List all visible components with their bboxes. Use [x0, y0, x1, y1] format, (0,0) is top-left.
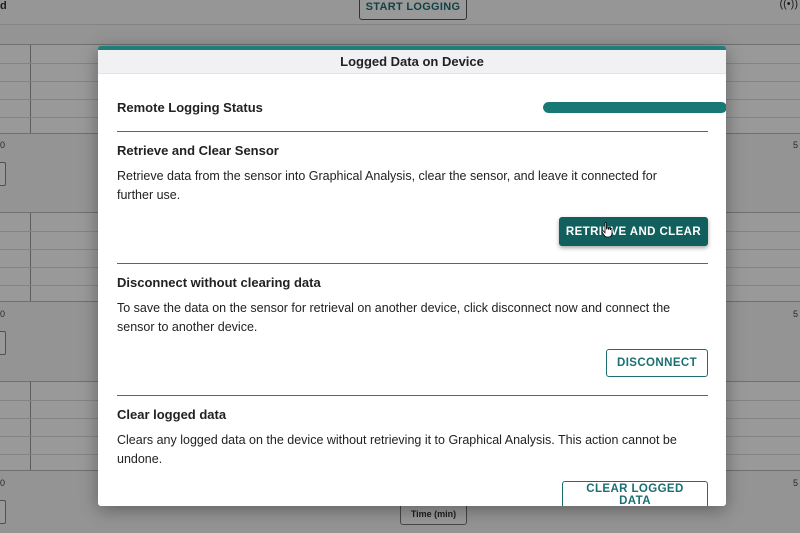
- remote-logging-status-row: Remote Logging Status: [117, 74, 726, 131]
- disconnect-description: To save the data on the sensor for retri…: [117, 301, 671, 334]
- disconnect-title: Disconnect without clearing data: [117, 275, 321, 290]
- divider: [117, 395, 708, 396]
- disconnect-section: Disconnect without clearing data To save…: [117, 275, 708, 382]
- clear-logged-data-section: Clear logged data Clears any logged data…: [117, 407, 708, 506]
- clear-logged-data-button[interactable]: CLEAR LOGGED DATA: [562, 481, 708, 506]
- remote-logging-status-label: Remote Logging Status: [117, 100, 263, 115]
- divider: [117, 131, 708, 132]
- clear-logged-data-title: Clear logged data: [117, 407, 227, 422]
- retrieve-and-clear-description: Retrieve data from the sensor into Graph…: [117, 169, 657, 202]
- retrieve-and-clear-title: Retrieve and Clear Sensor: [117, 143, 279, 158]
- hand-pointer-icon: [601, 222, 613, 238]
- divider: [117, 263, 708, 264]
- dialog-body: Remote Logging Status Retrieve and Clear…: [98, 74, 726, 506]
- clear-logged-data-description: Clears any logged data on the device wit…: [117, 433, 677, 466]
- retrieve-and-clear-section: Retrieve and Clear Sensor Retrieve data …: [117, 143, 708, 250]
- dialog-title: Logged Data on Device: [98, 50, 726, 74]
- remote-logging-progress-bar: [543, 102, 726, 113]
- progress-fill: [543, 102, 726, 113]
- disconnect-button[interactable]: DISCONNECT: [606, 349, 708, 377]
- retrieve-and-clear-button[interactable]: RETRIEVE AND CLEAR: [559, 217, 708, 246]
- logged-data-dialog: Logged Data on Device Remote Logging Sta…: [98, 46, 726, 506]
